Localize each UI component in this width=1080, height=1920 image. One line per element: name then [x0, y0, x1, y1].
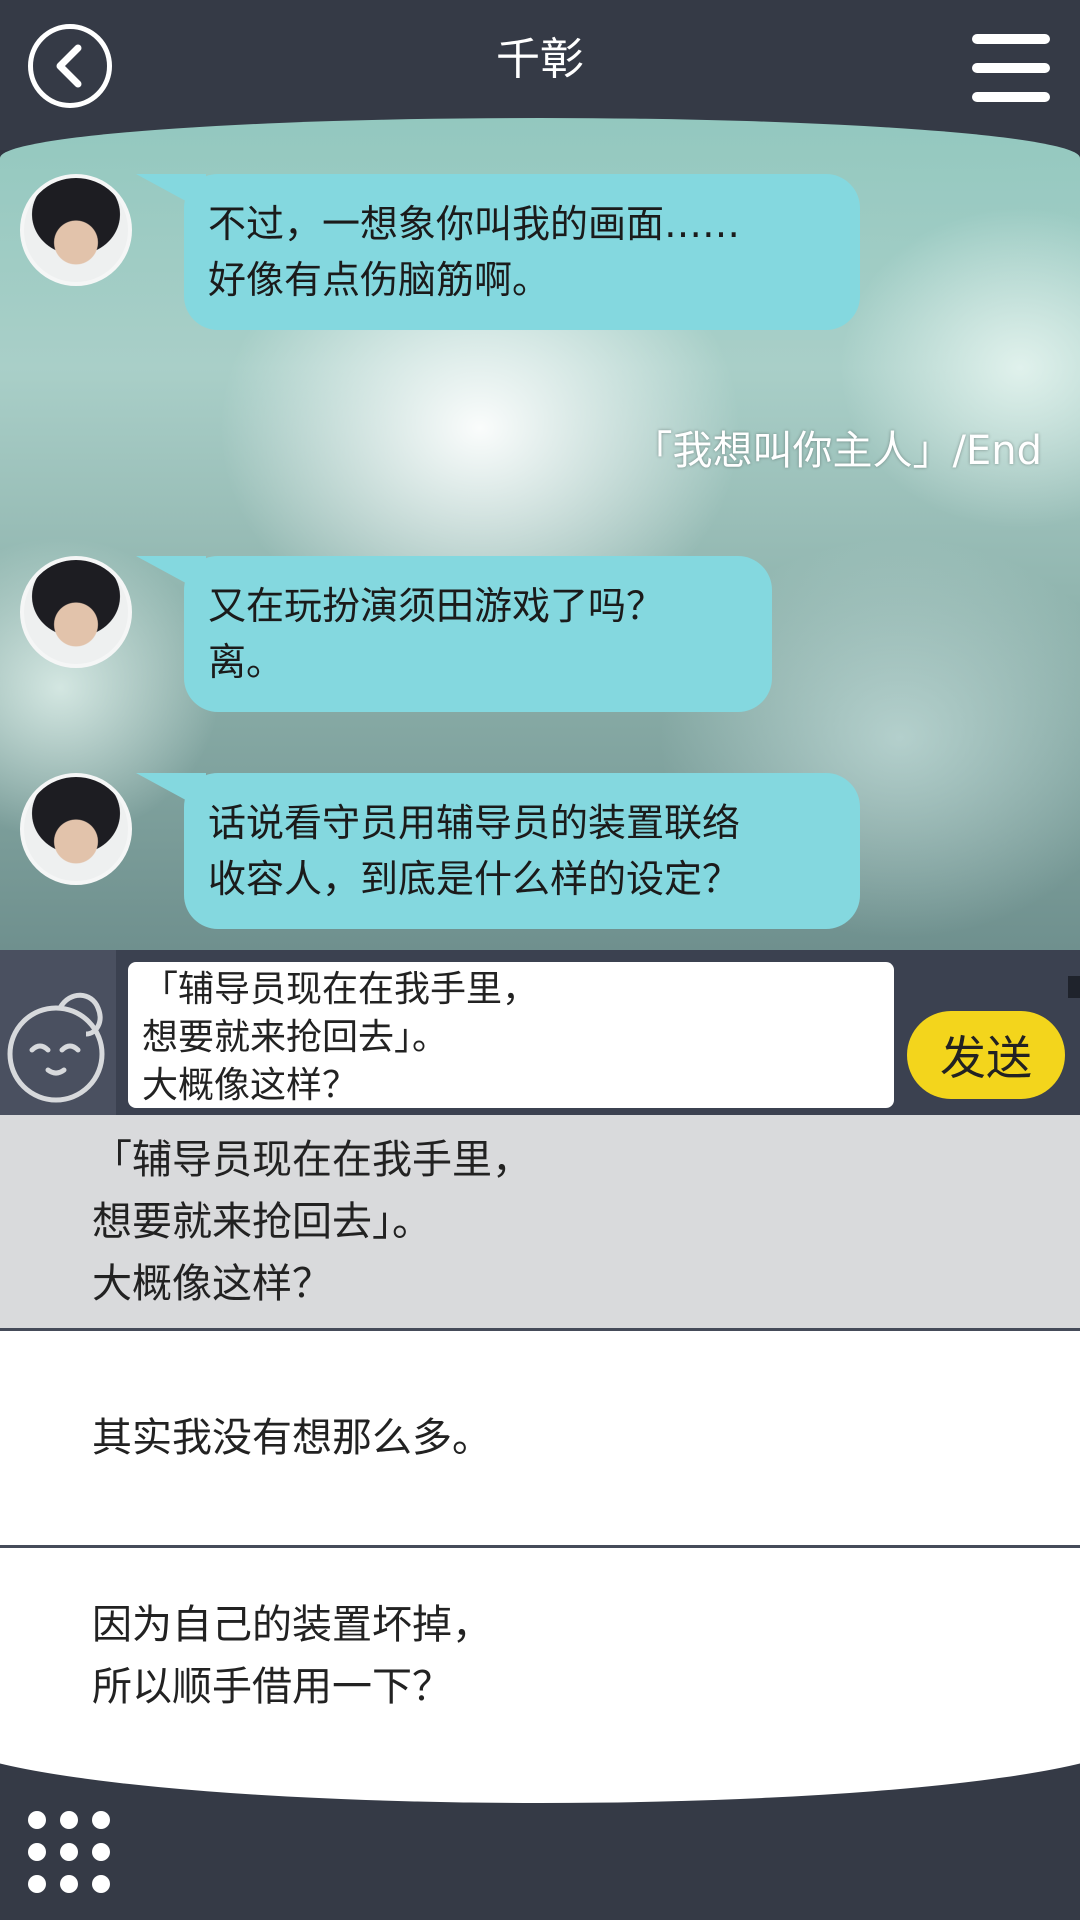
reply-option-text: 「辅导员现在在我手里， 想要就来抢回去」。 大概像这样？: [92, 1136, 532, 1307]
system-note: 「我想叫你主人」/End: [632, 428, 1043, 474]
avatar: [20, 556, 132, 668]
message-input[interactable]: 「辅导员现在在我手里， 想要就来抢回去」。 大概像这样？: [128, 962, 894, 1108]
hamburger-menu-icon[interactable]: [972, 34, 1050, 102]
avatar: [20, 174, 132, 286]
reply-option-text: 因为自己的装置坏掉， 所以顺手借用一下？: [92, 1601, 492, 1710]
reply-option[interactable]: 因为自己的装置坏掉， 所以顺手借用一下？: [0, 1548, 1080, 1763]
avatar: [20, 773, 132, 885]
footer-curve: [0, 1763, 1080, 1803]
scrollbar[interactable]: [1068, 976, 1080, 998]
chat-area[interactable]: 不过，一想象你叫我的画面…… 好像有点伤脑筋啊。 「我想叫你主人」/End 又在…: [0, 118, 1080, 950]
reply-option-text: 其实我没有想那么多。: [92, 1415, 492, 1461]
reply-option[interactable]: 「辅导员现在在我手里， 想要就来抢回去」。 大概像这样？: [0, 1115, 1080, 1328]
chat-bubble: 不过，一想象你叫我的画面…… 好像有点伤脑筋啊。: [136, 174, 860, 330]
face-sticker-icon[interactable]: [0, 950, 116, 1115]
chat-title: 千彰: [496, 34, 584, 85]
input-bar: 「辅导员现在在我手里， 想要就来抢回去」。 大概像这样？ 发送: [0, 950, 1080, 1115]
reply-option[interactable]: 其实我没有想那么多。: [0, 1331, 1080, 1545]
bottom-bar: [0, 1763, 1080, 1920]
chat-bubble: 又在玩扮演须田游戏了吗？ 离。: [136, 556, 772, 712]
send-button[interactable]: 发送: [907, 1011, 1065, 1099]
chat-bubble: 话说看守员用辅导员的装置联络 收容人，到底是什么样的设定？: [136, 773, 860, 929]
grid-menu-icon[interactable]: [28, 1811, 110, 1893]
